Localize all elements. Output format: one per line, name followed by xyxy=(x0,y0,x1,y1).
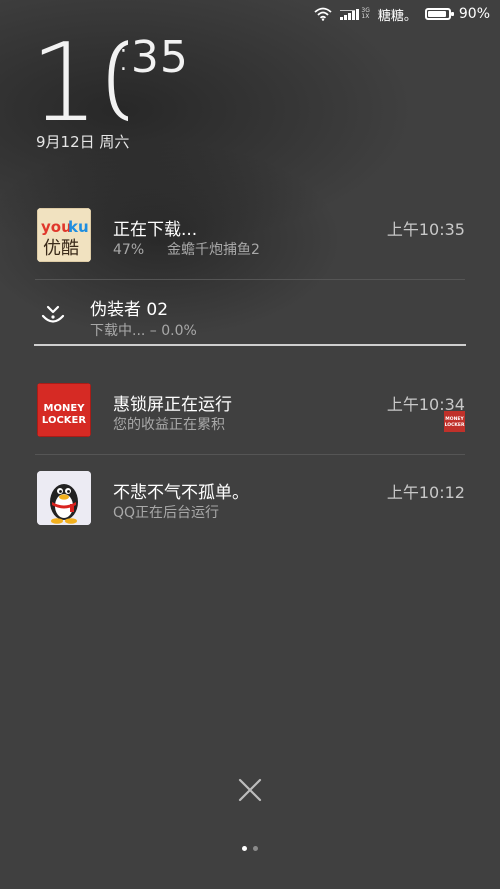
clock-hours: 10 xyxy=(30,30,128,126)
clock-separator: : xyxy=(116,30,131,81)
lockscreen-clock: 10 : 35 xyxy=(30,30,189,126)
youku-app-icon: you ku 优酷 xyxy=(37,208,91,262)
notification-qq[interactable]: 不悲不气不孤单。 QQ正在后台运行 上午10:12 xyxy=(0,466,500,530)
page-indicator xyxy=(0,846,500,851)
notification-title: 伪装者 02 xyxy=(90,300,169,320)
youku-icon-label: ku xyxy=(68,218,89,236)
lockscreen-date: 9月12日 周六 xyxy=(36,133,130,151)
network-type: 3G 1X xyxy=(361,8,369,20)
clock-hours-text: 10 xyxy=(30,30,128,126)
download-percent: 47% xyxy=(113,242,145,258)
notification-time: 上午10:12 xyxy=(386,483,465,502)
notification-title: 不悲不气不孤单。 xyxy=(113,483,249,503)
money-locker-small-icon-label: LOCKER xyxy=(445,422,465,428)
notification-subtitle: QQ正在后台运行 xyxy=(113,505,220,521)
notification-subtitle: 47% 金蟾千炮捕鱼2 xyxy=(113,239,260,259)
money-locker-small-icon: MONEY LOCKER xyxy=(444,411,465,432)
money-locker-icon-label: LOCKER xyxy=(42,415,86,426)
network-type-bottom: 1X xyxy=(361,13,370,20)
carrier-name: 糖糖。 xyxy=(377,8,417,24)
notification-subtitle: 下载中... – 0.0% xyxy=(90,323,197,339)
download-icon xyxy=(40,303,66,327)
notification-time: 上午10:35 xyxy=(386,220,465,239)
money-locker-icon-label: MONEY xyxy=(44,403,86,414)
notification-title: 惠锁屏正在运行 xyxy=(113,395,232,415)
battery-icon xyxy=(424,8,454,20)
battery-level xyxy=(427,11,446,17)
page-indicator-dot xyxy=(253,846,258,851)
notification-title: 正在下载... xyxy=(113,220,198,240)
download-file-name: 金蟾千炮捕鱼2 xyxy=(167,242,260,258)
notification-divider xyxy=(35,454,465,455)
money-locker-app-icon: MONEY LOCKER xyxy=(37,383,91,437)
youku-icon-label: 优酷 xyxy=(43,238,79,259)
clock-minutes: 35 xyxy=(130,32,189,83)
page-indicator-dot xyxy=(242,846,247,851)
notification-subtitle: 您的收益正在累积 xyxy=(113,417,225,433)
notification-download-weizhuangzhe[interactable]: 伪装者 02 下载中... – 0.0% xyxy=(0,281,500,345)
battery-percentage: 90% xyxy=(458,6,490,22)
status-bar: 3G 1X 糖糖。 90% xyxy=(0,0,500,28)
notification-youku-download[interactable]: you ku 优酷 正在下载... 47% 金蟾千炮捕鱼2 上午10:35 xyxy=(0,203,500,279)
wifi-icon xyxy=(314,7,332,21)
signal-icon: 3G 1X xyxy=(340,8,370,20)
lock-screen: 3G 1X 糖糖。 90% 10 : 35 9月12日 周六 you ku 优酷 xyxy=(0,0,500,889)
notification-divider xyxy=(35,279,465,280)
notification-money-locker[interactable]: MONEY LOCKER 惠锁屏正在运行 您的收益正在累积 上午10:34 MO… xyxy=(0,378,500,454)
close-icon[interactable] xyxy=(236,776,264,804)
money-locker-small-icon-label: MONEY xyxy=(445,416,464,422)
qq-penguin-icon xyxy=(37,471,91,525)
download-progress-bar xyxy=(34,344,466,346)
